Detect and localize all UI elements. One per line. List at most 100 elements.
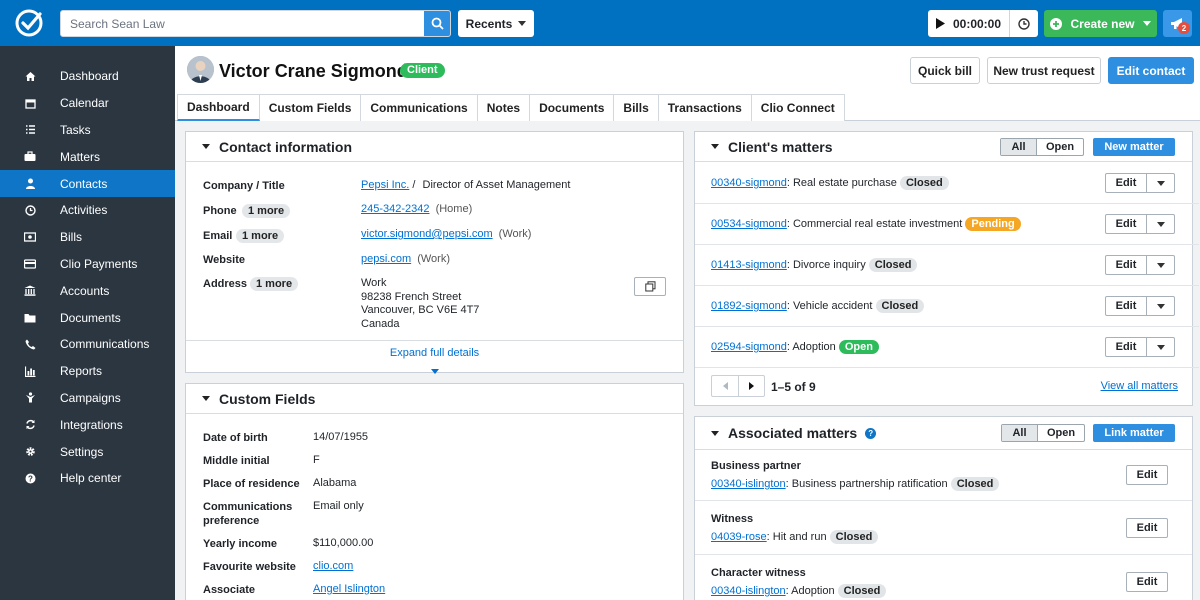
tab-notes[interactable]: Notes xyxy=(477,94,531,121)
list-item: Character witness 00340-islington: Adopt… xyxy=(695,556,1192,600)
edit-button[interactable]: Edit xyxy=(1106,174,1146,192)
sidebar-item-integrations[interactable]: Integrations xyxy=(0,411,175,438)
matter-role: Business partner xyxy=(711,460,801,472)
edit-button[interactable]: Edit xyxy=(1126,465,1168,485)
matter-link[interactable]: 00534-sigmond xyxy=(711,218,787,230)
sidebar-item-activities[interactable]: Activities xyxy=(0,197,175,224)
copy-address-button[interactable] xyxy=(634,277,666,296)
more-options-button[interactable] xyxy=(1146,174,1174,192)
matter-link[interactable]: 01413-sigmond xyxy=(711,259,787,271)
custom-fields-header[interactable]: Custom Fields xyxy=(186,384,683,414)
edit-button[interactable]: Edit xyxy=(1106,256,1146,274)
website-type: (Work) xyxy=(417,253,450,265)
sidebar-item-communications[interactable]: Communications xyxy=(0,331,175,358)
sidebar-item-calendar[interactable]: Calendar xyxy=(0,90,175,117)
website-link[interactable]: pepsi.com xyxy=(361,253,411,265)
tab-documents[interactable]: Documents xyxy=(530,94,615,121)
more-options-button[interactable] xyxy=(1146,338,1174,356)
tab-custom-fields[interactable]: Custom Fields xyxy=(259,94,362,121)
notifications-button[interactable]: 2 xyxy=(1163,10,1192,37)
timer-value: 00:00:00 xyxy=(952,16,1002,31)
tab-clio-connect[interactable]: Clio Connect xyxy=(751,94,845,121)
filter-open-button[interactable]: Open xyxy=(1037,425,1084,441)
field-value-link[interactable]: Angel Islington xyxy=(313,583,385,595)
contact-information-header[interactable]: Contact information xyxy=(186,132,683,162)
matter-link[interactable]: 04039-rose xyxy=(711,531,767,543)
phone-link[interactable]: 245-342-2342 xyxy=(361,203,430,215)
filter-all-button[interactable]: All xyxy=(1001,139,1036,155)
clio-logo-icon[interactable] xyxy=(14,8,46,38)
sidebar-item-reports[interactable]: Reports xyxy=(0,358,175,385)
search-input[interactable] xyxy=(61,11,425,36)
tab-bills[interactable]: Bills xyxy=(614,94,659,121)
edit-button[interactable]: Edit xyxy=(1106,338,1146,356)
matter-link[interactable]: 00340-sigmond xyxy=(711,177,787,189)
sidebar-item-clio-payments[interactable]: Clio Payments xyxy=(0,251,175,278)
tab-transactions[interactable]: Transactions xyxy=(658,94,752,121)
address-line: Work xyxy=(361,277,387,289)
new-trust-request-button[interactable]: New trust request xyxy=(987,57,1101,84)
website-label: Website xyxy=(203,254,245,266)
email-link[interactable]: victor.sigmond@pepsi.com xyxy=(361,228,493,240)
chevron-down-icon xyxy=(518,21,527,26)
tab-bar: Dashboard Custom Fields Communications N… xyxy=(175,94,1200,121)
matter-link[interactable]: 02594-sigmond xyxy=(711,341,787,353)
prev-page-button[interactable] xyxy=(712,376,738,396)
sidebar-item-campaigns[interactable]: Campaigns xyxy=(0,385,175,412)
phone-more-badge[interactable]: 1 more xyxy=(242,204,291,218)
create-new-button[interactable]: Create new xyxy=(1044,10,1157,37)
search-button[interactable] xyxy=(424,11,450,36)
sidebar-item-bills[interactable]: Bills xyxy=(0,224,175,251)
edit-button[interactable]: Edit xyxy=(1106,215,1146,233)
recents-dropdown[interactable]: Recents xyxy=(458,10,534,37)
tab-communications[interactable]: Communications xyxy=(361,94,478,121)
more-options-button[interactable] xyxy=(1146,215,1174,233)
edit-button[interactable]: Edit xyxy=(1126,572,1168,592)
matter-link[interactable]: 00340-islington xyxy=(711,585,786,597)
sidebar-item-label: Bills xyxy=(60,230,83,245)
field-label: Favourite website xyxy=(203,561,296,573)
company-link[interactable]: Pepsi Inc. xyxy=(361,179,409,191)
timer-play-button[interactable]: 00:00:00 xyxy=(928,10,1010,37)
view-all-matters-link[interactable]: View all matters xyxy=(1101,380,1178,392)
sidebar-item-documents[interactable]: Documents xyxy=(0,304,175,331)
matter-link[interactable]: 00340-islington xyxy=(711,478,786,490)
associated-matters-panel: Associated matters ? All Open Link matte… xyxy=(694,416,1193,600)
sidebar-item-tasks[interactable]: Tasks xyxy=(0,117,175,144)
collapse-caret-icon xyxy=(202,396,210,401)
filter-open-button[interactable]: Open xyxy=(1036,139,1083,155)
campaign-icon xyxy=(24,392,36,404)
new-matter-button[interactable]: New matter xyxy=(1093,138,1175,156)
panel-title: Client's matters xyxy=(728,138,833,155)
email-more-badge[interactable]: 1 more xyxy=(236,229,285,243)
tab-dashboard[interactable]: Dashboard xyxy=(177,94,260,121)
phone-label: Phone xyxy=(203,205,237,217)
gear-icon xyxy=(24,446,36,458)
sidebar-item-settings[interactable]: Settings xyxy=(0,438,175,465)
field-value: $110,000.00 xyxy=(313,537,374,549)
status-badge: Closed xyxy=(875,299,925,313)
next-page-button[interactable] xyxy=(738,376,764,396)
address-more-badge[interactable]: 1 more xyxy=(250,277,299,291)
sidebar-item-dashboard[interactable]: Dashboard xyxy=(0,63,175,90)
help-icon[interactable]: ? xyxy=(865,427,877,439)
bill-icon xyxy=(24,231,36,243)
link-matter-button[interactable]: Link matter xyxy=(1093,424,1175,442)
matter-link[interactable]: 01892-sigmond xyxy=(711,300,787,312)
sidebar-item-contacts[interactable]: Contacts xyxy=(0,170,175,197)
filter-all-button[interactable]: All xyxy=(1002,425,1037,441)
more-options-button[interactable] xyxy=(1146,297,1174,315)
edit-button[interactable]: Edit xyxy=(1106,297,1146,315)
field-value-link[interactable]: clio.com xyxy=(313,560,353,572)
sidebar-item-matters[interactable]: Matters xyxy=(0,143,175,170)
timer-clock-button[interactable] xyxy=(1010,10,1038,37)
quick-bill-button[interactable]: Quick bill xyxy=(910,57,980,84)
expand-full-details-link[interactable]: Expand full details xyxy=(186,347,683,359)
home-icon xyxy=(24,70,36,82)
sidebar-item-help-center[interactable]: ? Help center xyxy=(0,465,175,492)
edit-contact-button[interactable]: Edit contact xyxy=(1108,57,1194,84)
more-options-button[interactable] xyxy=(1146,256,1174,274)
edit-button[interactable]: Edit xyxy=(1126,518,1168,538)
table-row: 00340-sigmond: Real estate purchase Clos… xyxy=(695,163,1199,204)
sidebar-item-accounts[interactable]: Accounts xyxy=(0,277,175,304)
